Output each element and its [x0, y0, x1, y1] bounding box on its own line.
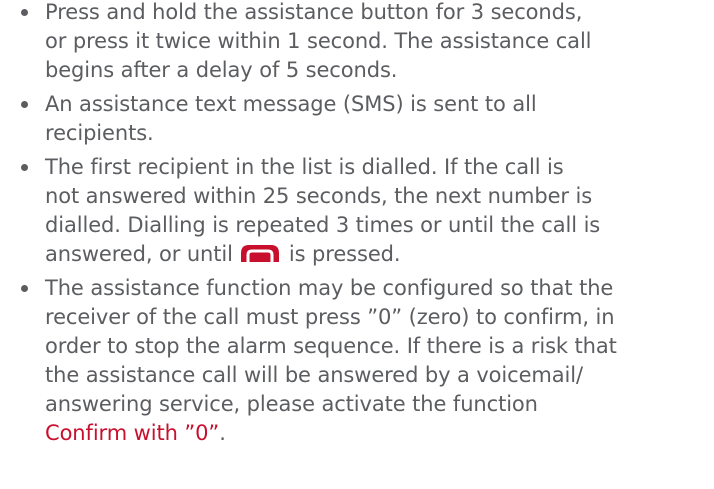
text-line: dialled. Dialling is repeated 3 times or…	[45, 213, 601, 237]
text-line: Press and hold the assistance button for…	[45, 0, 583, 24]
text-line: An assistance text message (SMS) is sent…	[45, 92, 537, 116]
list-item: An assistance text message (SMS) is sent…	[0, 90, 714, 148]
text-line: answering service, please activate the f…	[45, 392, 538, 416]
text-line: recipients.	[45, 121, 154, 145]
text-line: The first recipient in the list is diall…	[45, 155, 564, 179]
list-item: The assistance function may be configure…	[0, 274, 714, 448]
bullet-icon	[21, 164, 28, 171]
text-fragment: is pressed.	[288, 242, 401, 266]
end-call-key-icon	[240, 245, 279, 262]
text-fragment: .	[219, 421, 226, 445]
instruction-list: Press and hold the assistance button for…	[0, 0, 714, 448]
bullet-icon	[21, 9, 28, 16]
list-item: Press and hold the assistance button for…	[0, 0, 714, 85]
text-line: or press it twice within 1 second. The a…	[45, 29, 592, 53]
text-line: not answered within 25 seconds, the next…	[45, 184, 593, 208]
text-line-with-highlight: Confirm with ”0”.	[45, 419, 708, 448]
bullet-icon	[21, 285, 28, 292]
text-line: receiver of the call must press ”0” (zer…	[45, 305, 615, 329]
text-line-with-icon: answered, or until is pressed.	[45, 240, 708, 269]
text-fragment: answered, or until	[45, 242, 233, 266]
text-line: order to stop the alarm sequence. If the…	[45, 334, 617, 358]
text-line: The assistance function may be configure…	[45, 276, 614, 300]
document-page: Press and hold the assistance button for…	[0, 0, 714, 489]
setting-name-highlight: Confirm with ”0”	[45, 421, 220, 445]
bullet-icon	[21, 101, 28, 108]
text-line: the assistance call will be answered by …	[45, 363, 583, 387]
text-line: begins after a delay of 5 seconds.	[45, 58, 398, 82]
list-item: The first recipient in the list is diall…	[0, 153, 714, 269]
